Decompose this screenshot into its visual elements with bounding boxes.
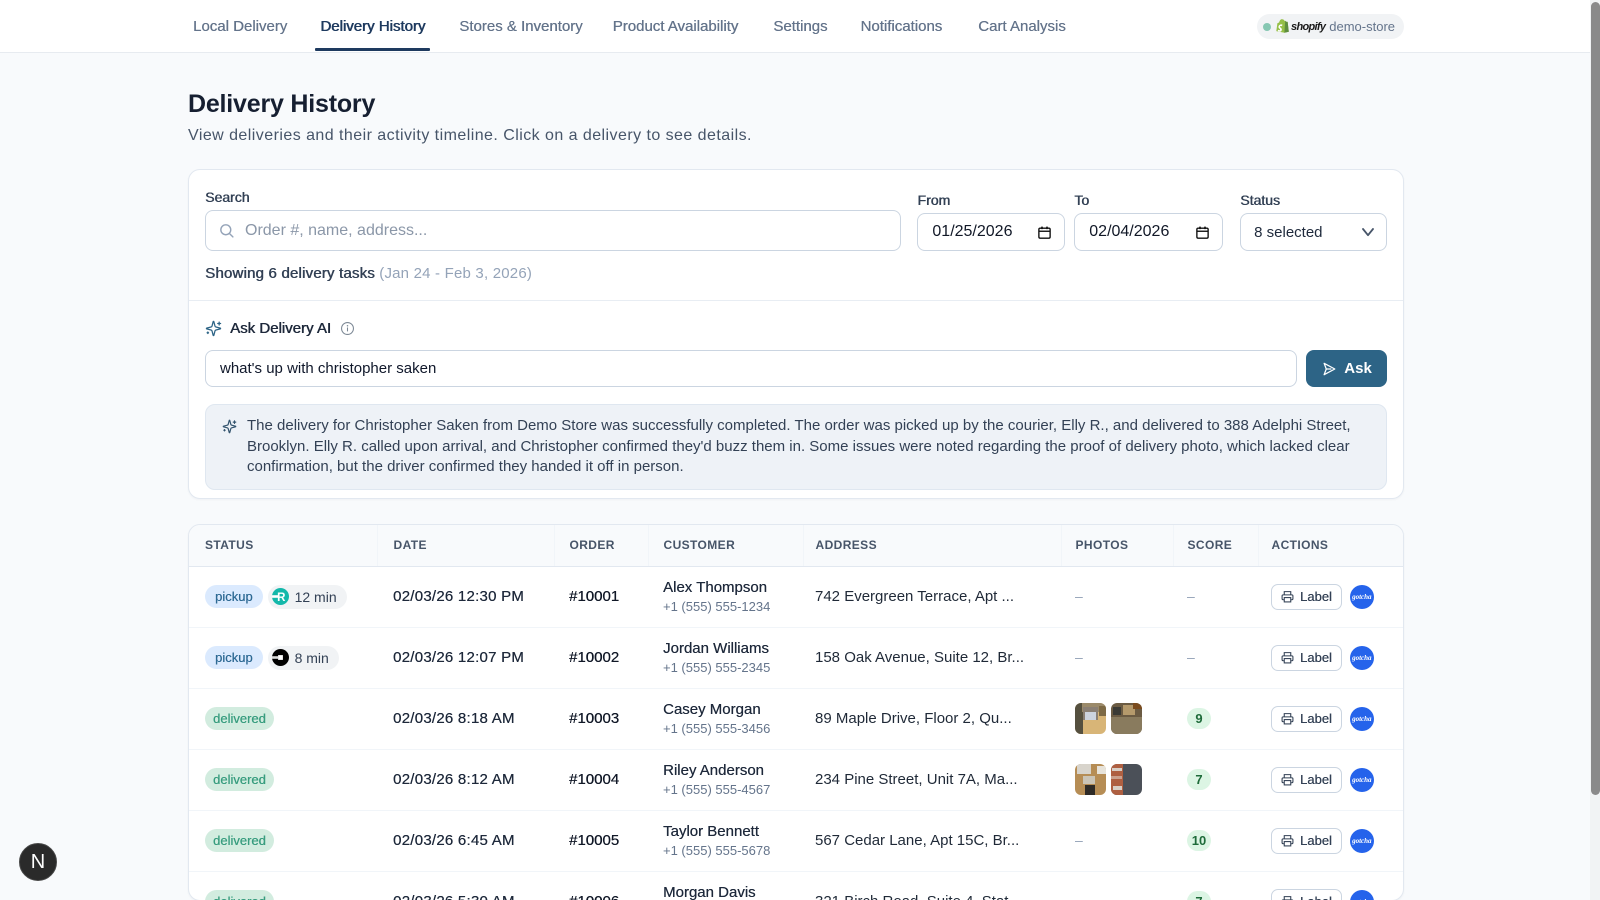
svg-text:R: R bbox=[277, 592, 286, 604]
